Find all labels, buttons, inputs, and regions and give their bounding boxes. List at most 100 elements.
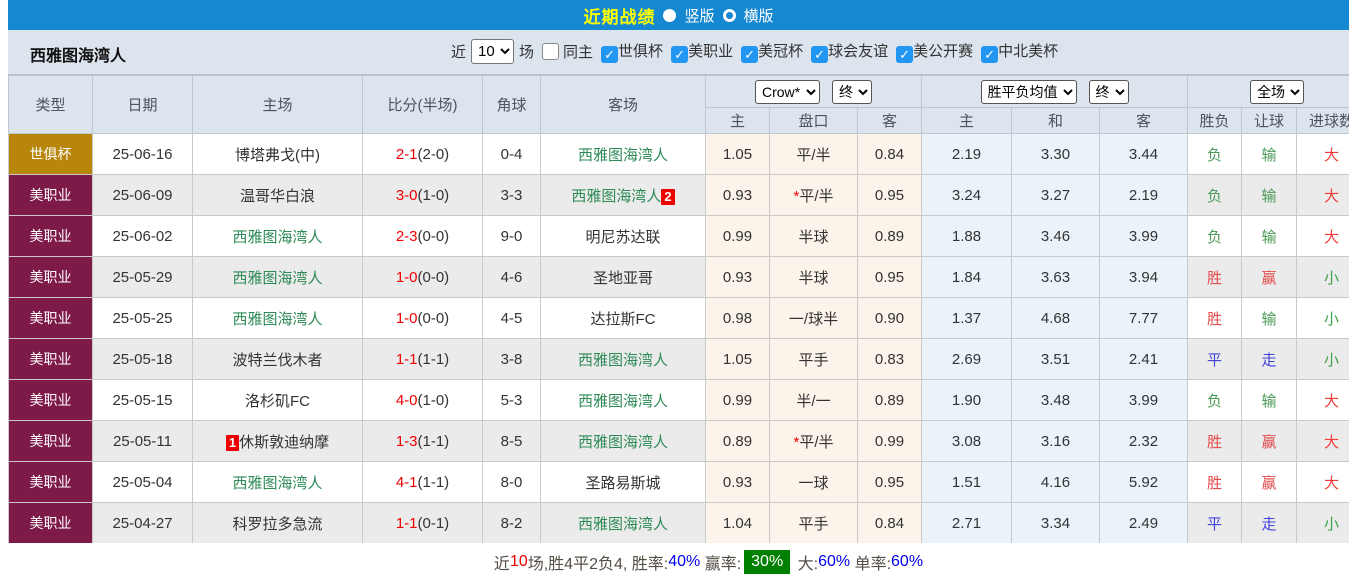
league-filter-item: ✓美冠杯 bbox=[733, 43, 803, 60]
score-cell: 1-1(1-1) bbox=[363, 339, 483, 380]
match-count-select[interactable]: 10 bbox=[471, 39, 514, 64]
handicap-cell: 一球 bbox=[770, 462, 858, 503]
subheader-let: 让球 bbox=[1242, 108, 1297, 134]
goals-result-cell: 大 bbox=[1297, 462, 1349, 503]
date-cell: 25-05-29 bbox=[93, 257, 193, 298]
league-type-cell: 美职业 bbox=[9, 380, 93, 421]
team-label: 温哥华白浪 bbox=[240, 188, 315, 205]
handicap-result-cell: 输 bbox=[1242, 175, 1297, 216]
ah-home-odds-cell: 0.99 bbox=[706, 380, 770, 421]
halftime-score: (0-1) bbox=[418, 515, 450, 532]
handicap-cell: 半球 bbox=[770, 257, 858, 298]
handicap-cell: 平手 bbox=[770, 339, 858, 380]
handicap-result-cell: 输 bbox=[1242, 134, 1297, 175]
corner-cell: 4-6 bbox=[483, 257, 541, 298]
away-team-cell: 圣地亚哥 bbox=[541, 257, 706, 298]
ah-away-odds-cell: 0.95 bbox=[858, 462, 922, 503]
topbar: 近期战绩 竖版 横版 bbox=[8, 0, 1349, 30]
team-label: 科罗拉多急流 bbox=[232, 516, 322, 533]
eu-lose-odds-cell: 3.94 bbox=[1100, 257, 1188, 298]
league-checkbox-group: ✓世俱杯✓美职业✓美冠杯✓球会友谊✓美公开赛✓中北美杯 bbox=[593, 40, 1058, 63]
home-team-cell: 1休斯敦迪纳摩 bbox=[193, 421, 363, 462]
handicap-cell: 半球 bbox=[770, 216, 858, 257]
ah-away-odds-cell: 0.95 bbox=[858, 257, 922, 298]
team-label: 西雅图海湾人 bbox=[232, 475, 322, 492]
eu-draw-odds-cell: 3.48 bbox=[1012, 380, 1100, 421]
date-cell: 25-05-25 bbox=[93, 298, 193, 339]
ah-home-odds-cell: 0.93 bbox=[706, 175, 770, 216]
date-cell: 25-04-27 bbox=[93, 503, 193, 544]
home-team-cell: 西雅图海湾人 bbox=[193, 462, 363, 503]
corner-cell: 3-3 bbox=[483, 175, 541, 216]
league-checkbox[interactable]: ✓ bbox=[671, 46, 688, 63]
odds-final-select-2[interactable]: 终 bbox=[1089, 80, 1129, 104]
ah-home-odds-cell: 0.99 bbox=[706, 216, 770, 257]
team-label: 西雅图海湾人 bbox=[232, 229, 322, 246]
odds-company-select[interactable]: Crow* bbox=[755, 80, 820, 104]
results-tbody: 世俱杯25-06-16博塔弗戈(中)2-1(2-0)0-4西雅图海湾人1.05平… bbox=[9, 134, 1349, 544]
date-cell: 25-05-18 bbox=[93, 339, 193, 380]
scope-select[interactable]: 全场 bbox=[1250, 80, 1304, 104]
winloss-result-cell: 负 bbox=[1188, 216, 1242, 257]
goals-result-cell: 大 bbox=[1297, 216, 1349, 257]
eu-lose-odds-cell: 5.92 bbox=[1100, 462, 1188, 503]
away-team-cell: 圣路易斯城 bbox=[541, 462, 706, 503]
corner-cell: 8-0 bbox=[483, 462, 541, 503]
team-name: 西雅图海湾人 bbox=[30, 42, 126, 66]
vertical-layout-radio[interactable] bbox=[663, 9, 676, 22]
eu-lose-odds-cell: 2.49 bbox=[1100, 503, 1188, 544]
winloss-result-cell: 胜 bbox=[1188, 257, 1242, 298]
league-filter-item: ✓球会友谊 bbox=[803, 43, 888, 60]
odds-final-select-1[interactable]: 终 bbox=[832, 80, 872, 104]
ah-home-odds-cell: 0.93 bbox=[706, 257, 770, 298]
score-cell: 1-0(0-0) bbox=[363, 257, 483, 298]
same-home-checkbox[interactable] bbox=[542, 43, 559, 60]
europe-odds-select[interactable]: 胜平负均值 bbox=[981, 80, 1077, 104]
league-type-cell: 美职业 bbox=[9, 462, 93, 503]
league-type-cell: 美职业 bbox=[9, 298, 93, 339]
ah-home-odds-cell: 0.89 bbox=[706, 421, 770, 462]
handicap-cell: 半/一 bbox=[770, 380, 858, 421]
ah-away-odds-cell: 0.84 bbox=[858, 503, 922, 544]
rank-badge: 2 bbox=[661, 189, 674, 205]
home-team-cell: 温哥华白浪 bbox=[193, 175, 363, 216]
horizontal-layout-label[interactable]: 横版 bbox=[744, 5, 774, 26]
ah-away-odds-cell: 0.99 bbox=[858, 421, 922, 462]
away-team-cell: 西雅图海湾人 bbox=[541, 339, 706, 380]
score-cell: 1-3(1-1) bbox=[363, 421, 483, 462]
league-checkbox[interactable]: ✓ bbox=[601, 46, 618, 63]
halftime-score: (2-0) bbox=[418, 146, 450, 163]
date-cell: 25-06-02 bbox=[93, 216, 193, 257]
ah-home-odds-cell: 0.98 bbox=[706, 298, 770, 339]
team-label: 西雅图海湾人 bbox=[578, 434, 668, 451]
ah-home-odds-cell: 1.05 bbox=[706, 134, 770, 175]
fulltime-score: 1-0 bbox=[396, 310, 418, 327]
handicap-result-cell: 输 bbox=[1242, 380, 1297, 421]
league-type-cell: 美职业 bbox=[9, 257, 93, 298]
halftime-score: (1-0) bbox=[418, 392, 450, 409]
away-team-cell: 西雅图海湾人 bbox=[541, 503, 706, 544]
subheader-eu-lose: 客 bbox=[1100, 108, 1188, 134]
fulltime-score: 1-1 bbox=[396, 351, 418, 368]
league-checkbox[interactable]: ✓ bbox=[811, 46, 828, 63]
vertical-layout-label[interactable]: 竖版 bbox=[684, 5, 714, 26]
table-row: 美职业25-05-25西雅图海湾人1-0(0-0)4-5达拉斯FC0.98一/球… bbox=[9, 298, 1349, 339]
horizontal-layout-radio[interactable] bbox=[723, 9, 736, 22]
score-cell: 1-0(0-0) bbox=[363, 298, 483, 339]
table-row: 美职业25-06-02西雅图海湾人2-3(0-0)9-0明尼苏达联0.99半球0… bbox=[9, 216, 1349, 257]
league-checkbox[interactable]: ✓ bbox=[741, 46, 758, 63]
handicap-result-cell: 走 bbox=[1242, 339, 1297, 380]
league-checkbox[interactable]: ✓ bbox=[896, 46, 913, 63]
handicap-result-cell: 赢 bbox=[1242, 257, 1297, 298]
league-checkbox-label: 中北美杯 bbox=[998, 43, 1058, 60]
summary-text: 60% bbox=[891, 553, 923, 571]
scope-dropdown-cell: 全场 bbox=[1188, 76, 1349, 108]
winloss-result-cell: 负 bbox=[1188, 175, 1242, 216]
ah-home-odds-cell: 1.05 bbox=[706, 339, 770, 380]
handicap-dropdown-cell: Crow* 终 bbox=[706, 76, 922, 108]
score-cell: 3-0(1-0) bbox=[363, 175, 483, 216]
corner-cell: 9-0 bbox=[483, 216, 541, 257]
league-checkbox[interactable]: ✓ bbox=[981, 46, 998, 63]
same-home-label: 同主 bbox=[563, 41, 593, 62]
score-cell: 1-1(0-1) bbox=[363, 503, 483, 544]
